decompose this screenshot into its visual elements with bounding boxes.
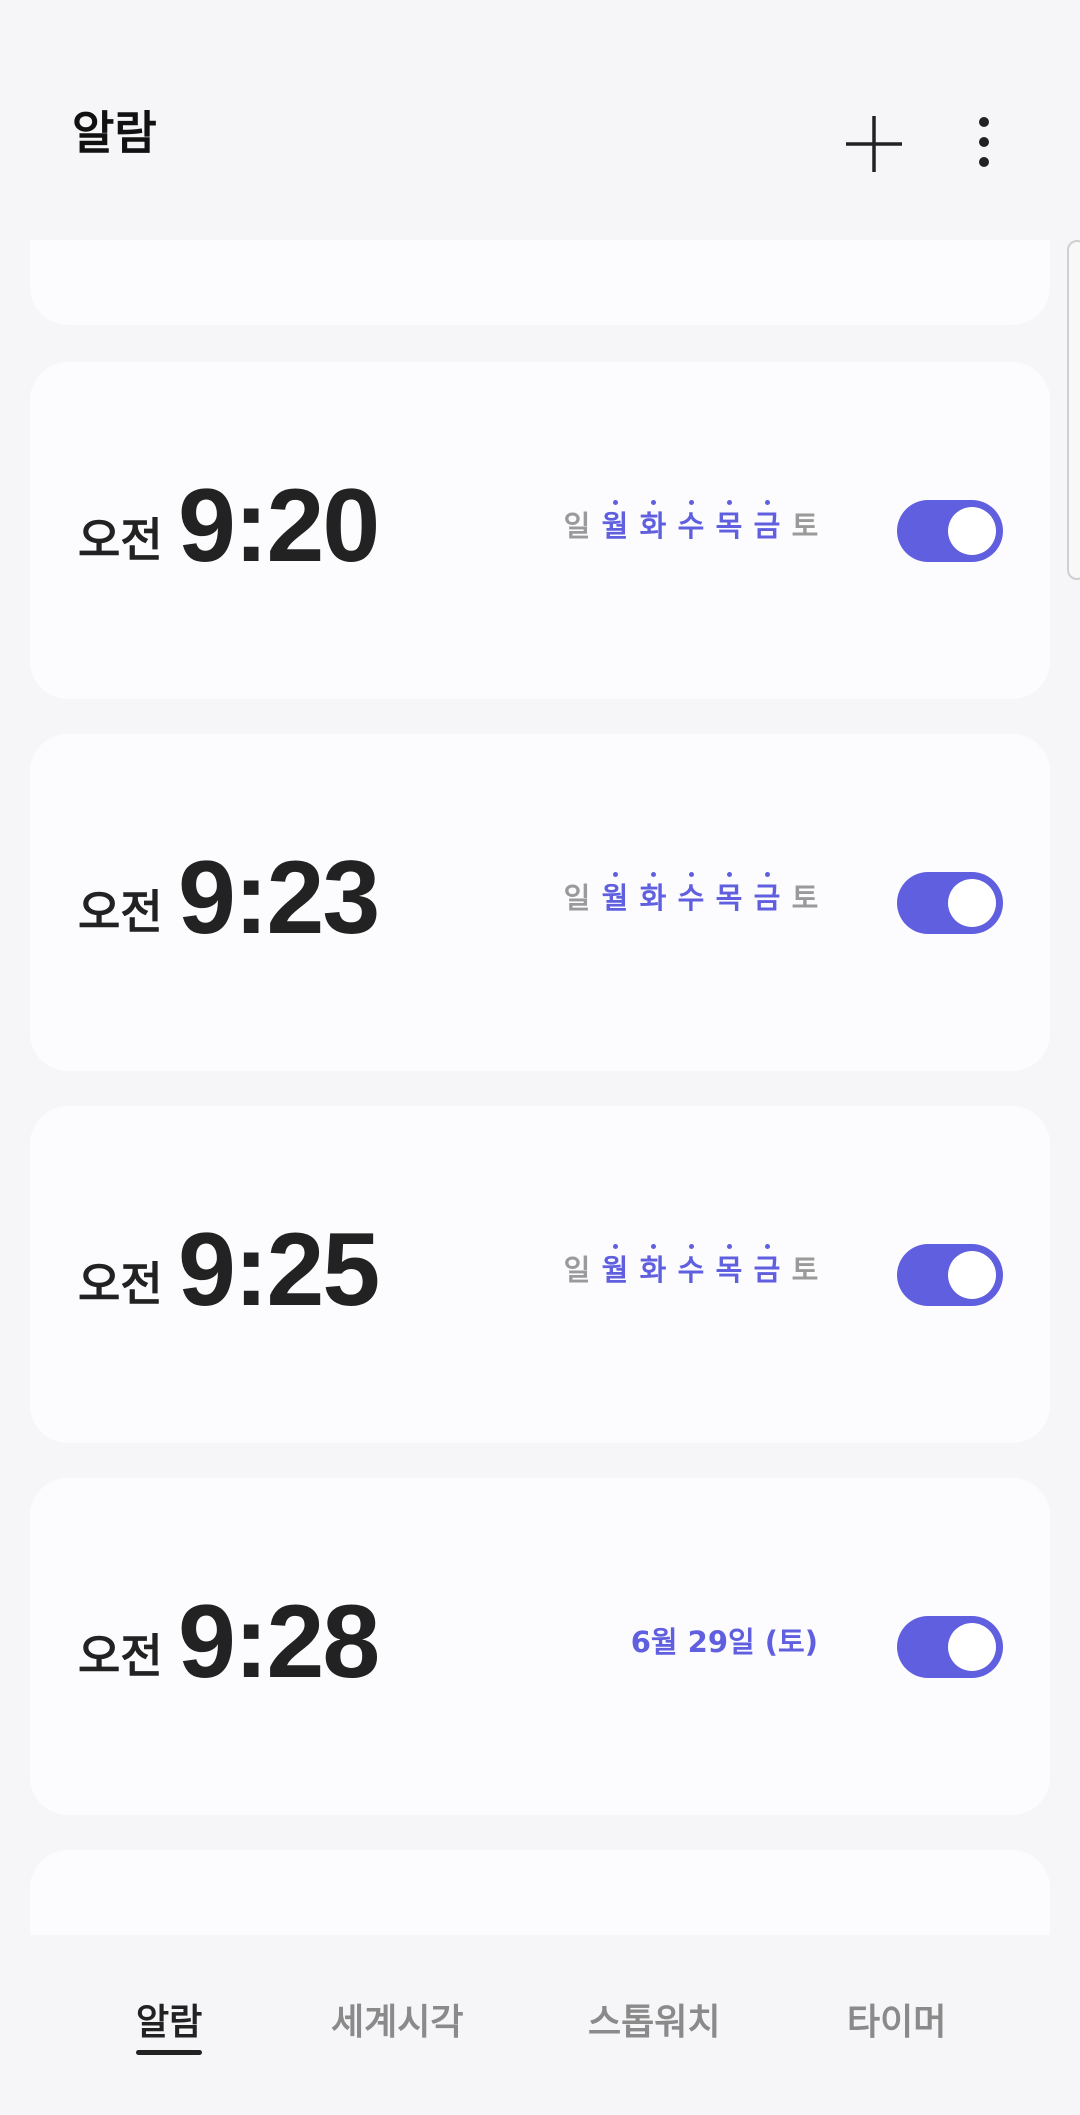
- toggle-knob: [948, 879, 996, 927]
- day-sun: 일: [563, 1253, 591, 1287]
- day-wed: 수: [672, 872, 710, 913]
- alarm-ampm: 오전: [78, 885, 163, 939]
- day-sat: 토: [791, 1253, 819, 1287]
- alarm-card[interactable]: 오전 9:28 6월 29일 (토): [30, 1478, 1050, 1815]
- day-thu: 목: [710, 500, 748, 541]
- alarm-time: 9:23: [178, 840, 380, 956]
- alarm-card[interactable]: 오전 9:25 일 월 화 수 목 금 토: [30, 1106, 1050, 1443]
- tab-timer[interactable]: 타이머: [847, 2005, 946, 2041]
- alarm-list[interactable]: 오전 9:20 일 월 화 수 목 금 토 오전 9:23 일 월 화 수 목 …: [0, 240, 1080, 1935]
- day-sat: 토: [791, 509, 819, 543]
- tab-world-clock-label: 세계시각: [331, 2002, 464, 2043]
- day-sun: 일: [563, 881, 591, 915]
- alarm-date: 6월 29일 (토): [630, 1625, 818, 1659]
- alarm-card[interactable]: 오전 9:23 일 월 화 수 목 금 토: [30, 734, 1050, 1071]
- day-sat: 토: [791, 881, 819, 915]
- day-tue: 화: [634, 1244, 672, 1285]
- alarm-toggle[interactable]: [897, 1616, 1003, 1678]
- add-alarm-button[interactable]: [838, 108, 910, 180]
- tab-world-clock[interactable]: 세계시각: [331, 2005, 463, 2041]
- tab-stopwatch[interactable]: 스톱워치: [588, 2005, 720, 2041]
- day-wed: 수: [672, 500, 710, 541]
- alarm-ampm: 오전: [78, 1629, 163, 1683]
- day-thu: 목: [710, 872, 748, 913]
- alarm-time: 9:20: [178, 468, 380, 584]
- alarm-ampm: 오전: [78, 1257, 163, 1311]
- day-mon: 월: [596, 872, 634, 913]
- active-tab-indicator: [136, 2050, 203, 2055]
- alarm-ampm: 오전: [78, 513, 163, 567]
- alarm-time: 9:28: [178, 1584, 380, 1700]
- scrollbar[interactable]: [1067, 240, 1080, 580]
- repeat-days: 일 월 화 수 목 금 토: [558, 872, 824, 915]
- day-thu: 목: [710, 1244, 748, 1285]
- alarm-toggle[interactable]: [897, 1244, 1003, 1306]
- alarm-card-partial[interactable]: [30, 1850, 1050, 1935]
- day-mon: 월: [596, 1244, 634, 1285]
- tab-alarm[interactable]: 알람: [136, 2002, 203, 2055]
- repeat-days: 일 월 화 수 목 금 토: [558, 1244, 824, 1287]
- tab-stopwatch-label: 스톱워치: [588, 2002, 721, 2043]
- alarm-toggle[interactable]: [897, 500, 1003, 562]
- more-vertical-icon: [979, 117, 989, 167]
- app-header: 알람: [0, 0, 1080, 240]
- day-tue: 화: [634, 872, 672, 913]
- day-tue: 화: [634, 500, 672, 541]
- alarm-card-partial[interactable]: [30, 240, 1050, 325]
- toggle-knob: [948, 507, 996, 555]
- alarm-time: 9:25: [178, 1212, 380, 1328]
- alarm-toggle[interactable]: [897, 872, 1003, 934]
- day-wed: 수: [672, 1244, 710, 1285]
- repeat-days: 일 월 화 수 목 금 토: [558, 500, 824, 543]
- alarm-card[interactable]: 오전 9:20 일 월 화 수 목 금 토: [30, 362, 1050, 699]
- day-mon: 월: [596, 500, 634, 541]
- bottom-nav: 알람 세계시각 스톱워치 타이머: [0, 1935, 1080, 2115]
- tab-timer-label: 타이머: [847, 2002, 947, 2043]
- day-sun: 일: [563, 509, 591, 543]
- toggle-knob: [948, 1251, 996, 1299]
- toggle-knob: [948, 1623, 996, 1671]
- tab-alarm-label: 알람: [136, 2002, 203, 2043]
- more-options-button[interactable]: [948, 106, 1020, 178]
- page-title: 알람: [72, 106, 157, 160]
- plus-icon: [846, 116, 902, 172]
- day-fri: 금: [748, 500, 786, 541]
- day-fri: 금: [748, 1244, 786, 1285]
- day-fri: 금: [748, 872, 786, 913]
